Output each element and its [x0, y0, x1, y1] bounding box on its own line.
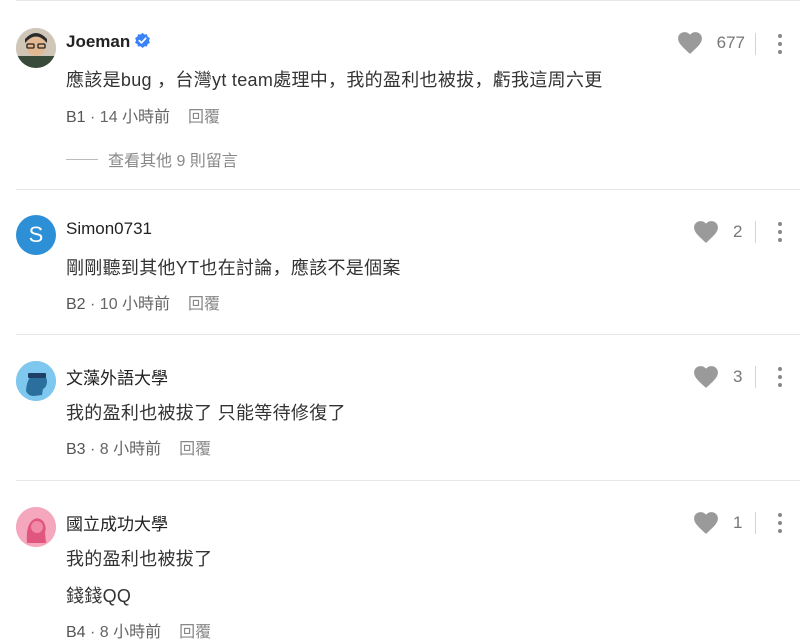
- more-options-icon[interactable]: [774, 32, 786, 56]
- floor-number: B2: [66, 296, 86, 313]
- like-count: 677: [716, 33, 745, 52]
- separator: [755, 33, 756, 55]
- comment-time: 10 小時前: [99, 296, 171, 313]
- reply-button[interactable]: 回覆: [179, 624, 211, 641]
- comment-meta: B2 · 10 小時前 回覆: [66, 296, 221, 313]
- heart-icon[interactable]: [693, 365, 719, 389]
- separator: [755, 221, 756, 243]
- comment-time: 8 小時前: [99, 624, 162, 641]
- divider: [16, 189, 800, 190]
- comment-text: 我的盈利也被拔了 只能等待修復了: [66, 403, 346, 423]
- comment-meta: B4 · 8 小時前 回覆: [66, 624, 212, 641]
- like-group: 2: [693, 220, 745, 244]
- separator: [755, 366, 756, 388]
- heart-icon[interactable]: [693, 511, 719, 535]
- comment-text-line: 我的盈利也被拔了: [66, 549, 213, 569]
- divider: [16, 0, 800, 1]
- comment-meta: B3 · 8 小時前 回覆: [66, 441, 212, 458]
- comment-author[interactable]: Simon0731: [66, 219, 152, 239]
- floor-number: B4: [66, 624, 86, 641]
- comment-time: 14 小時前: [99, 109, 171, 126]
- avatar[interactable]: [16, 507, 56, 547]
- more-options-icon[interactable]: [774, 220, 786, 244]
- avatar[interactable]: S: [16, 215, 56, 255]
- divider: [16, 480, 800, 481]
- like-count: 2: [733, 222, 743, 241]
- replies-line: [66, 158, 98, 160]
- comment-time: 8 小時前: [99, 441, 162, 458]
- like-count: 1: [733, 513, 743, 532]
- like-group: 677: [677, 31, 745, 55]
- comment-author[interactable]: 國立成功大學: [66, 510, 168, 535]
- more-options-icon[interactable]: [774, 511, 786, 535]
- comment-text-line: 錢錢QQ: [66, 586, 132, 606]
- like-count: 3: [733, 367, 743, 386]
- comment-text: 剛剛聽到其他YT也在討論，應該不是個案: [66, 258, 401, 278]
- avatar[interactable]: [16, 361, 56, 401]
- floor-number: B1: [66, 109, 86, 126]
- heart-icon[interactable]: [677, 31, 703, 55]
- reply-button[interactable]: 回覆: [188, 109, 220, 126]
- floor-number: B3: [66, 441, 86, 458]
- verified-badge-icon: [134, 32, 151, 54]
- comment-text: 應該是bug ，台灣yt team處理中，我的盈利也被拔，虧我這周六更: [66, 70, 603, 90]
- divider: [16, 334, 800, 335]
- separator: [755, 512, 756, 534]
- view-more-replies[interactable]: 查看其他 9 則留言: [66, 147, 238, 171]
- like-group: 1: [693, 511, 745, 535]
- comment-list: Joeman 應該是bug ，台灣yt team處理中，我的盈利也被拔，虧我這周…: [0, 0, 800, 641]
- reply-button[interactable]: 回覆: [188, 296, 220, 313]
- comment-author[interactable]: Joeman: [66, 32, 151, 54]
- more-options-icon[interactable]: [774, 365, 786, 389]
- heart-icon[interactable]: [693, 220, 719, 244]
- like-group: 3: [693, 365, 745, 389]
- comment-meta: B1 · 14 小時前 回覆: [66, 109, 221, 126]
- reply-button[interactable]: 回覆: [179, 441, 211, 458]
- avatar[interactable]: [16, 28, 56, 68]
- comment-author[interactable]: 文藻外語大學: [66, 364, 168, 389]
